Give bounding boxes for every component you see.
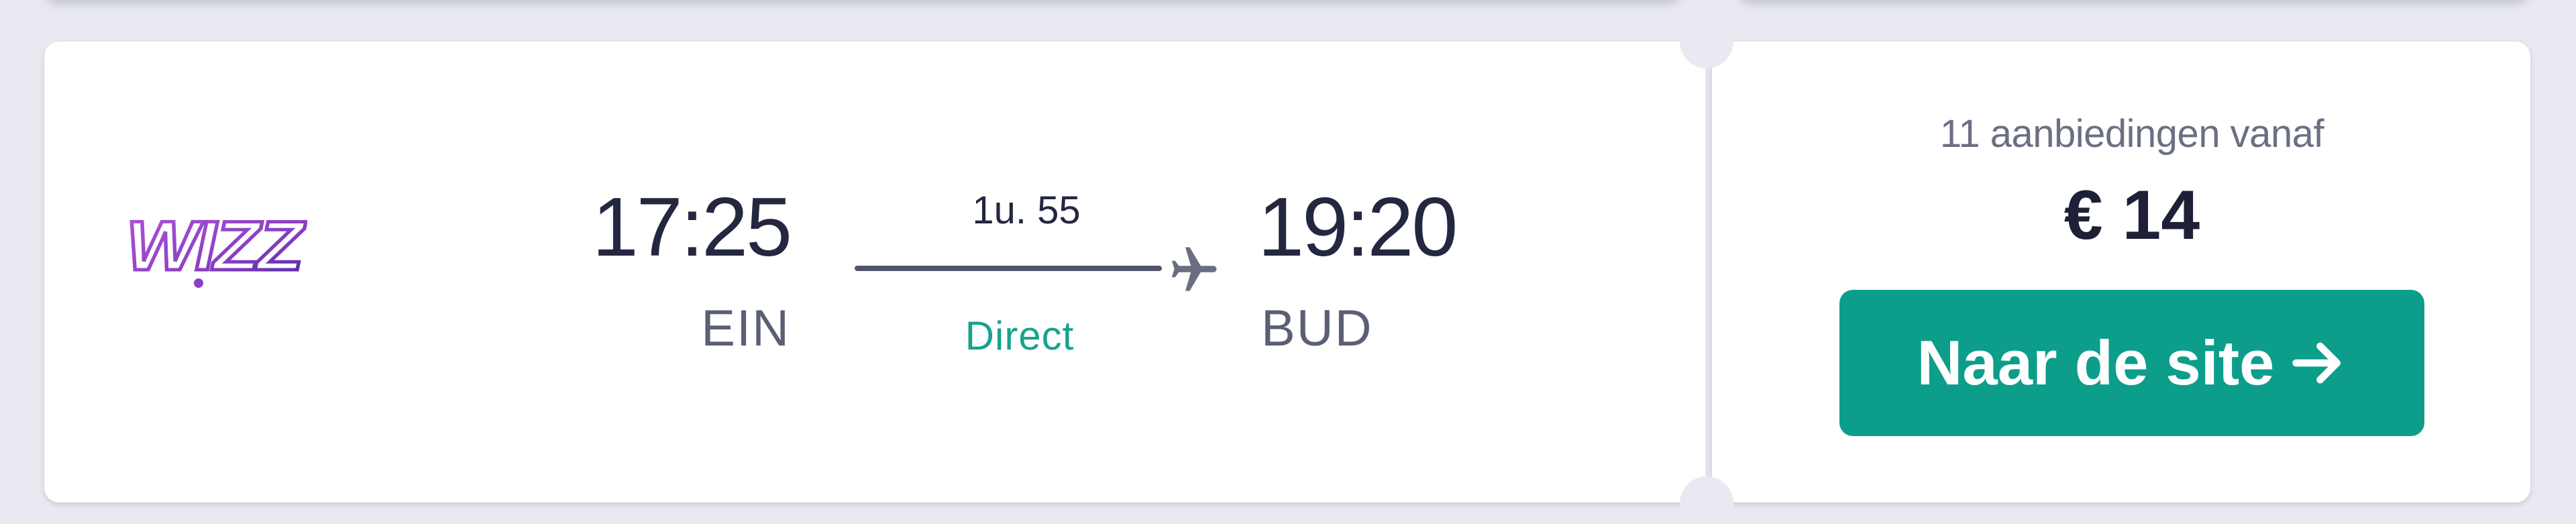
arrival-time: 19:20 xyxy=(1258,181,1458,274)
airline-logo-text: WIZZ xyxy=(126,207,306,285)
departure-time: 17:25 xyxy=(592,181,792,274)
price: € 14 xyxy=(2063,176,2200,254)
flight-result: WIZZ 17:25 EIN 1u. 55 Direct 19:20 BUD 1… xyxy=(0,0,2576,524)
airplane-icon xyxy=(1171,247,1217,291)
go-to-site-button[interactable]: Naar de site xyxy=(1839,290,2424,436)
go-to-site-label: Naar de site xyxy=(1917,327,2275,398)
ticket-notch-bottom xyxy=(1680,476,1733,524)
arrow-right-icon xyxy=(2292,342,2341,384)
arrival-airport-code: BUD xyxy=(1261,300,1373,357)
ticket-notch-top xyxy=(1680,15,1733,68)
ticket-divider xyxy=(1705,60,1708,476)
route-line xyxy=(855,266,1162,271)
offers-count: 11 aanbiedingen vanaf xyxy=(1939,112,2324,156)
airline-logo: WIZZ xyxy=(125,206,307,288)
flight-duration: 1u. 55 xyxy=(972,189,1081,232)
stops-label: Direct xyxy=(965,313,1075,358)
departure-airport-code: EIN xyxy=(701,300,790,357)
